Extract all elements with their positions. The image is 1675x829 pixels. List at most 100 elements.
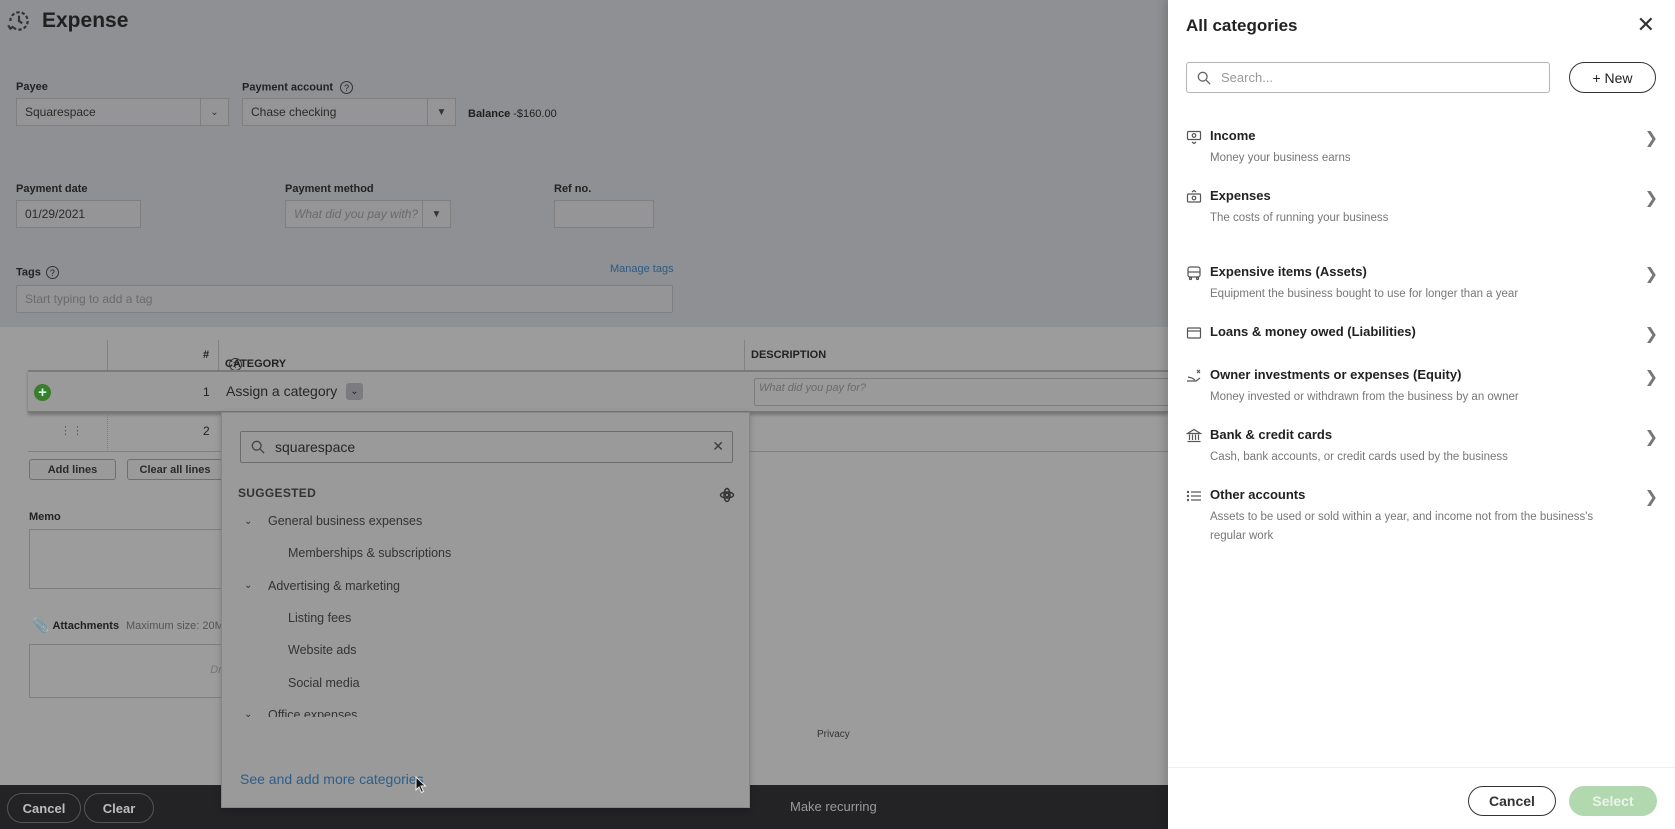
category-type-description: Money your business earns (1210, 152, 1351, 164)
caret-down-icon[interactable]: ▼ (427, 99, 455, 125)
new-category-button[interactable]: + New (1569, 62, 1656, 93)
category-type-name: Loans & money owed (Liabilities) (1210, 324, 1416, 339)
category-option[interactable]: Social media (222, 666, 749, 698)
clear-all-lines-button[interactable]: Clear all lines (127, 459, 223, 480)
balance-label: Balance (468, 108, 511, 120)
chevron-right-icon[interactable]: ❯ (1645, 324, 1658, 344)
column-divider (744, 340, 745, 370)
category-option-label: Office expenses (268, 707, 358, 717)
attachments-header: 📎 Attachments (32, 617, 119, 634)
category-type-item[interactable]: Income Money your business earns ❯ (1186, 128, 1658, 168)
category-type-item[interactable]: Expensive items (Assets) Equipment the bu… (1186, 264, 1658, 304)
category-group[interactable]: ⌄ General business expenses (222, 505, 749, 537)
panel-cancel-button[interactable]: Cancel (1468, 786, 1556, 816)
category-group[interactable]: ⌄ Advertising & marketing (222, 570, 749, 602)
chevron-down-icon[interactable]: ⌄ (346, 383, 363, 400)
close-icon[interactable]: ✕ (1637, 12, 1655, 38)
panel-select-button[interactable]: Select (1569, 786, 1657, 816)
attachments-dropzone[interactable]: Dra (29, 644, 229, 698)
payee-select[interactable]: Squarespace ⌄ (16, 98, 229, 126)
row-number: 2 (203, 424, 210, 438)
payment-date-input[interactable]: 01/29/2021 (16, 200, 141, 228)
mouse-cursor-icon (415, 776, 427, 794)
form-header-area (0, 0, 1168, 327)
chevron-down-icon[interactable]: ⌄ (244, 580, 260, 591)
category-type-item[interactable]: Owner investments or expenses (Equity) Mo… (1186, 367, 1658, 407)
list-icon (1186, 488, 1202, 504)
category-option[interactable]: Website ads (222, 634, 749, 666)
category-type-description: Cash, bank accounts, or credit cards use… (1210, 451, 1508, 463)
payment-account-select[interactable]: Chase checking ▼ (242, 98, 456, 126)
balance: Balance -$160.00 (468, 108, 557, 120)
make-recurring-link[interactable]: Make recurring (790, 799, 877, 814)
panel-search-placeholder: Search... (1221, 70, 1274, 85)
category-type-item[interactable]: Loans & money owed (Liabilities) ❯ (1186, 324, 1658, 344)
category-option[interactable]: Memberships & subscriptions (222, 537, 749, 569)
tags-input[interactable]: Start typing to add a tag (16, 285, 673, 313)
payment-method-placeholder: What did you pay with? (294, 207, 419, 221)
category-type-item[interactable]: Bank & credit cards Cash, bank accounts, … (1185, 427, 1658, 467)
category-type-item[interactable]: Expenses The costs of running your busine… (1186, 188, 1658, 228)
chevron-right-icon[interactable]: ❯ (1645, 367, 1658, 387)
income-icon (1186, 129, 1202, 145)
payment-account-label-text: Payment account (242, 81, 334, 94)
header-num: # (203, 349, 210, 361)
ref-no-label: Ref no. (554, 183, 592, 195)
search-icon (251, 440, 265, 454)
payment-method-select[interactable]: What did you pay with? ▼ (285, 200, 451, 228)
payment-account-label: Payment account ? (242, 81, 354, 94)
panel-search-input[interactable]: Search... (1186, 62, 1550, 93)
recurring-expense-icon (7, 11, 29, 31)
drag-handle-icon[interactable]: ⋮⋮ (60, 424, 84, 437)
expenses-icon (1186, 189, 1202, 205)
category-type-name: Bank & credit cards (1210, 427, 1333, 442)
category-group[interactable]: ⌄ Office expenses (222, 699, 749, 717)
category-type-name: Expensive items (Assets) (1210, 264, 1367, 279)
clear-search-icon[interactable]: ✕ (712, 438, 724, 455)
chevron-right-icon[interactable]: ❯ (1645, 487, 1658, 507)
suggested-label: SUGGESTED (238, 486, 317, 500)
memo-input[interactable] (29, 529, 229, 589)
category-search-input[interactable]: squarespace ✕ (240, 431, 733, 463)
row-number: 1 (203, 385, 210, 399)
chevron-right-icon[interactable]: ❯ (1645, 188, 1658, 208)
add-line-icon[interactable]: + (34, 384, 51, 401)
category-type-description: The costs of running your business (1210, 212, 1389, 224)
chevron-right-icon[interactable]: ❯ (1645, 128, 1658, 148)
category-type-description: Assets to be used or sold within a year,… (1210, 511, 1594, 542)
caret-down-icon[interactable]: ▼ (422, 201, 450, 227)
payment-method-label: Payment method (285, 183, 374, 195)
category-option[interactable]: Listing fees (222, 602, 749, 634)
category-select[interactable]: Assign a category (226, 383, 337, 399)
chevron-down-icon[interactable]: ⌄ (200, 99, 228, 125)
chevron-down-icon[interactable]: ⌄ (244, 709, 260, 717)
manage-tags-link[interactable]: Manage tags (610, 263, 674, 275)
tags-label: Tags ? (16, 266, 59, 279)
chevron-right-icon[interactable]: ❯ (1645, 427, 1658, 447)
expense-form: Expense Payee Squarespace ⌄ Payment acco… (0, 0, 1174, 829)
category-option-label: Website ads (288, 643, 357, 658)
category-type-name: Expenses (1210, 188, 1271, 203)
ai-suggestion-icon (719, 487, 735, 503)
privacy-link[interactable]: Privacy (817, 729, 850, 740)
chevron-right-icon[interactable]: ❯ (1645, 264, 1658, 284)
ref-no-input[interactable] (554, 200, 654, 228)
category-option-label: Advertising & marketing (268, 578, 401, 593)
clear-button[interactable]: Clear (84, 793, 154, 823)
chevron-down-icon[interactable]: ⌄ (244, 516, 260, 527)
table-row[interactable]: + 1 Assign a category ⌄ What did you pay… (28, 370, 1174, 413)
category-type-item[interactable]: Other accounts Assets to be used or sold … (1186, 487, 1658, 547)
memo-label: Memo (29, 511, 61, 523)
bank-icon (1185, 428, 1203, 444)
see-more-categories-link[interactable]: See and add more categories (240, 771, 424, 787)
help-icon[interactable]: ? (45, 266, 59, 279)
add-lines-button[interactable]: Add lines (29, 459, 116, 480)
page-header: Expense (6, 8, 128, 34)
help-icon[interactable]: ? (340, 81, 354, 94)
category-type-name: Other accounts (1210, 487, 1306, 502)
category-search-value: squarespace (275, 439, 356, 455)
cancel-button[interactable]: Cancel (7, 793, 81, 823)
description-input[interactable]: What did you pay for? (754, 378, 1174, 406)
category-option-label: Social media (288, 675, 360, 690)
payment-date-label: Payment date (16, 183, 88, 195)
